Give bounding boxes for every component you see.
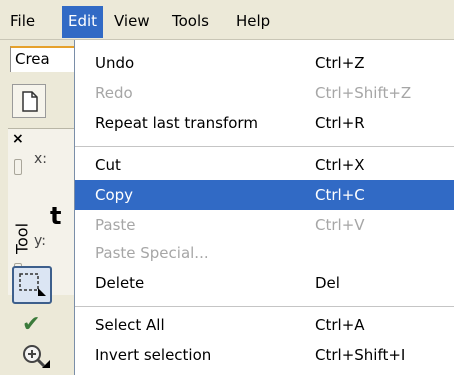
menu-view[interactable]: View [108, 8, 156, 34]
select-tool-icon [19, 273, 46, 296]
menu-bar: File Edit View Tools Help [0, 0, 454, 40]
zoom-tool-icon[interactable] [20, 342, 52, 378]
menu-item-paste[interactable]: Paste Ctrl+V [75, 210, 454, 240]
menu-item-paste-special[interactable]: Paste Special... [75, 238, 454, 268]
menu-separator [75, 146, 454, 147]
pick-tool-icon[interactable]: ✔ [22, 312, 40, 337]
menu-item-cut[interactable]: Cut Ctrl+X [75, 150, 454, 180]
menu-item-invert-selection[interactable]: Invert selection Ctrl+Shift+I [75, 340, 454, 370]
y-label: y: [34, 233, 46, 249]
text-fragment: t [50, 202, 62, 230]
panel-grip[interactable] [14, 159, 22, 175]
new-document-button[interactable] [12, 84, 46, 118]
menu-item-select-all[interactable]: Select All Ctrl+A [75, 310, 454, 340]
edit-dropdown-menu: Undo Ctrl+Z Redo Ctrl+Shift+Z Repeat las… [74, 40, 454, 375]
document-tab[interactable]: Crea [10, 46, 80, 72]
menu-item-undo[interactable]: Undo Ctrl+Z [75, 48, 454, 78]
menu-item-delete[interactable]: Delete Del [75, 268, 454, 298]
menu-separator [75, 306, 454, 307]
tool-panel-label: Tool [12, 222, 32, 255]
new-document-icon [22, 91, 38, 112]
menu-item-copy[interactable]: Copy Ctrl+C [75, 180, 454, 210]
menu-item-redo[interactable]: Redo Ctrl+Shift+Z [75, 78, 454, 108]
menu-tools[interactable]: Tools [166, 8, 215, 34]
menu-edit[interactable]: Edit [62, 6, 104, 38]
left-toolbox: Crea × x: Tool y: t ✔ [0, 40, 80, 378]
close-icon[interactable]: × [12, 131, 24, 147]
select-tool-button[interactable] [12, 266, 52, 304]
x-label: x: [34, 151, 48, 167]
menu-file[interactable]: File [4, 8, 41, 34]
menu-item-repeat-last-transform[interactable]: Repeat last transform Ctrl+R [75, 108, 454, 138]
menu-help[interactable]: Help [230, 8, 276, 34]
